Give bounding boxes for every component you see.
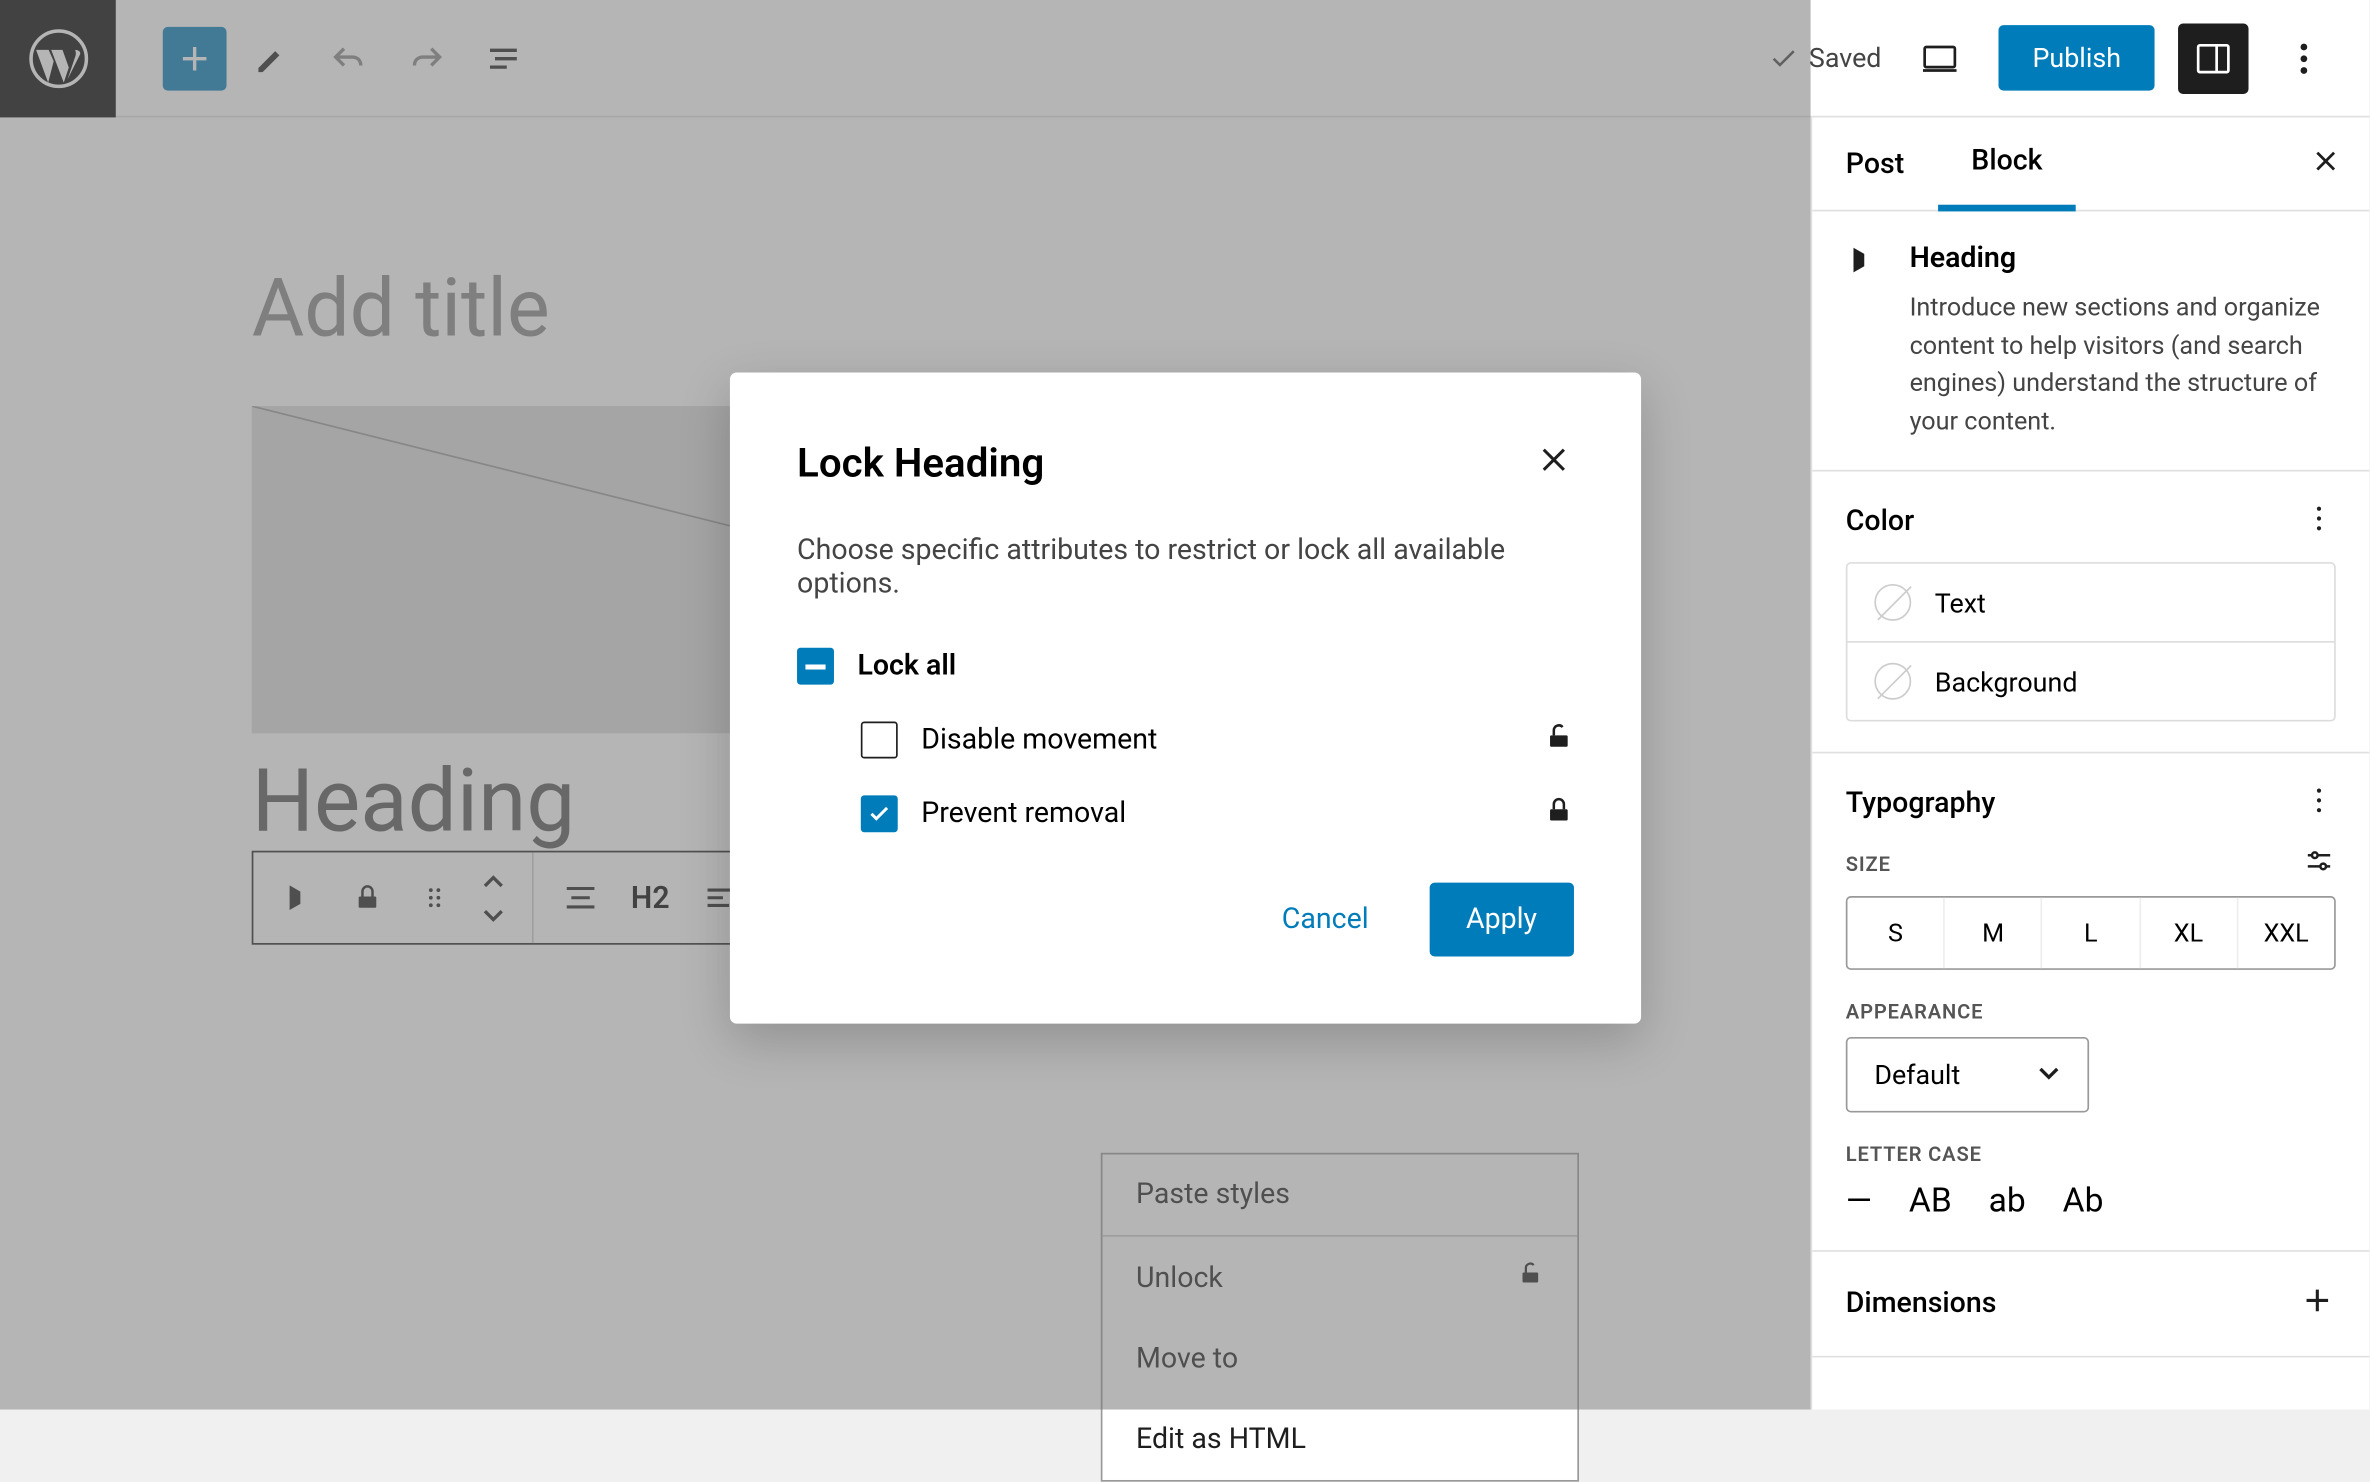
dimensions-section-title: Dimensions [1846, 1287, 1997, 1321]
lock-modal: Lock Heading Choose specific attributes … [730, 373, 1641, 1024]
text-color-swatch [1874, 584, 1911, 621]
menu-edit-html[interactable]: Edit as HTML [1102, 1399, 1577, 1480]
lettercase-lower-button[interactable]: ab [1989, 1180, 2026, 1220]
lettercase-cap-button[interactable]: Ab [2063, 1180, 2104, 1220]
tab-block[interactable]: Block [1938, 117, 2076, 210]
prevent-removal-checkbox[interactable] [861, 795, 898, 832]
lettercase-label: LETTER CASE [1846, 1143, 1982, 1166]
modal-title: Lock Heading [797, 440, 1044, 487]
lettercase-none-button[interactable]: — [1846, 1180, 1872, 1220]
text-color-button[interactable]: Text [1847, 564, 2334, 641]
typography-options-icon[interactable] [2302, 784, 2336, 824]
appearance-select[interactable]: Default [1846, 1037, 2089, 1113]
prevent-removal-label: Prevent removal [921, 797, 1126, 831]
add-dimension-icon[interactable] [2299, 1282, 2336, 1326]
size-settings-icon[interactable] [2302, 844, 2336, 883]
cancel-button[interactable]: Cancel [1255, 883, 1396, 957]
apply-button[interactable]: Apply [1429, 883, 1574, 957]
modal-desc: Choose specific attributes to restrict o… [797, 534, 1574, 601]
size-l-button[interactable]: L [2041, 898, 2139, 968]
heading-block-icon [1846, 242, 1883, 279]
close-sidebar-button[interactable] [2309, 143, 2343, 183]
lock-all-label: Lock all [857, 649, 956, 683]
block-info-title: Heading [1910, 242, 2336, 276]
color-options-icon[interactable] [2302, 502, 2336, 542]
modal-close-button[interactable] [1534, 440, 1574, 487]
size-xl-button[interactable]: XL [2139, 898, 2237, 968]
size-s-button[interactable]: S [1847, 898, 1943, 968]
block-info-desc: Introduce new sections and organize cont… [1910, 289, 2336, 440]
modal-overlay [0, 0, 1811, 117]
chevron-down-icon [2037, 1059, 2060, 1091]
color-section-title: Color [1846, 505, 1914, 539]
background-color-swatch [1874, 663, 1911, 700]
more-options-button[interactable] [2272, 26, 2336, 90]
unlock-icon [1544, 722, 1574, 759]
typography-section-title: Typography [1846, 787, 1995, 821]
settings-sidebar-toggle[interactable] [2178, 23, 2248, 93]
size-xxl-button[interactable]: XXL [2236, 898, 2334, 968]
tab-post[interactable]: Post [1812, 117, 1938, 210]
disable-movement-checkbox[interactable] [861, 722, 898, 759]
size-m-button[interactable]: M [1943, 898, 2041, 968]
publish-button[interactable]: Publish [1999, 25, 2155, 90]
preview-button[interactable] [1905, 23, 1975, 93]
saved-label: Saved [1809, 42, 1882, 74]
appearance-label: APPEARANCE [1846, 1000, 1983, 1023]
lock-icon [1544, 795, 1574, 832]
lettercase-upper-button[interactable]: AB [1909, 1180, 1952, 1220]
lock-all-checkbox[interactable] [797, 648, 834, 685]
disable-movement-label: Disable movement [921, 723, 1157, 757]
background-color-button[interactable]: Background [1847, 641, 2334, 720]
size-label: SIZE [1846, 852, 1891, 875]
